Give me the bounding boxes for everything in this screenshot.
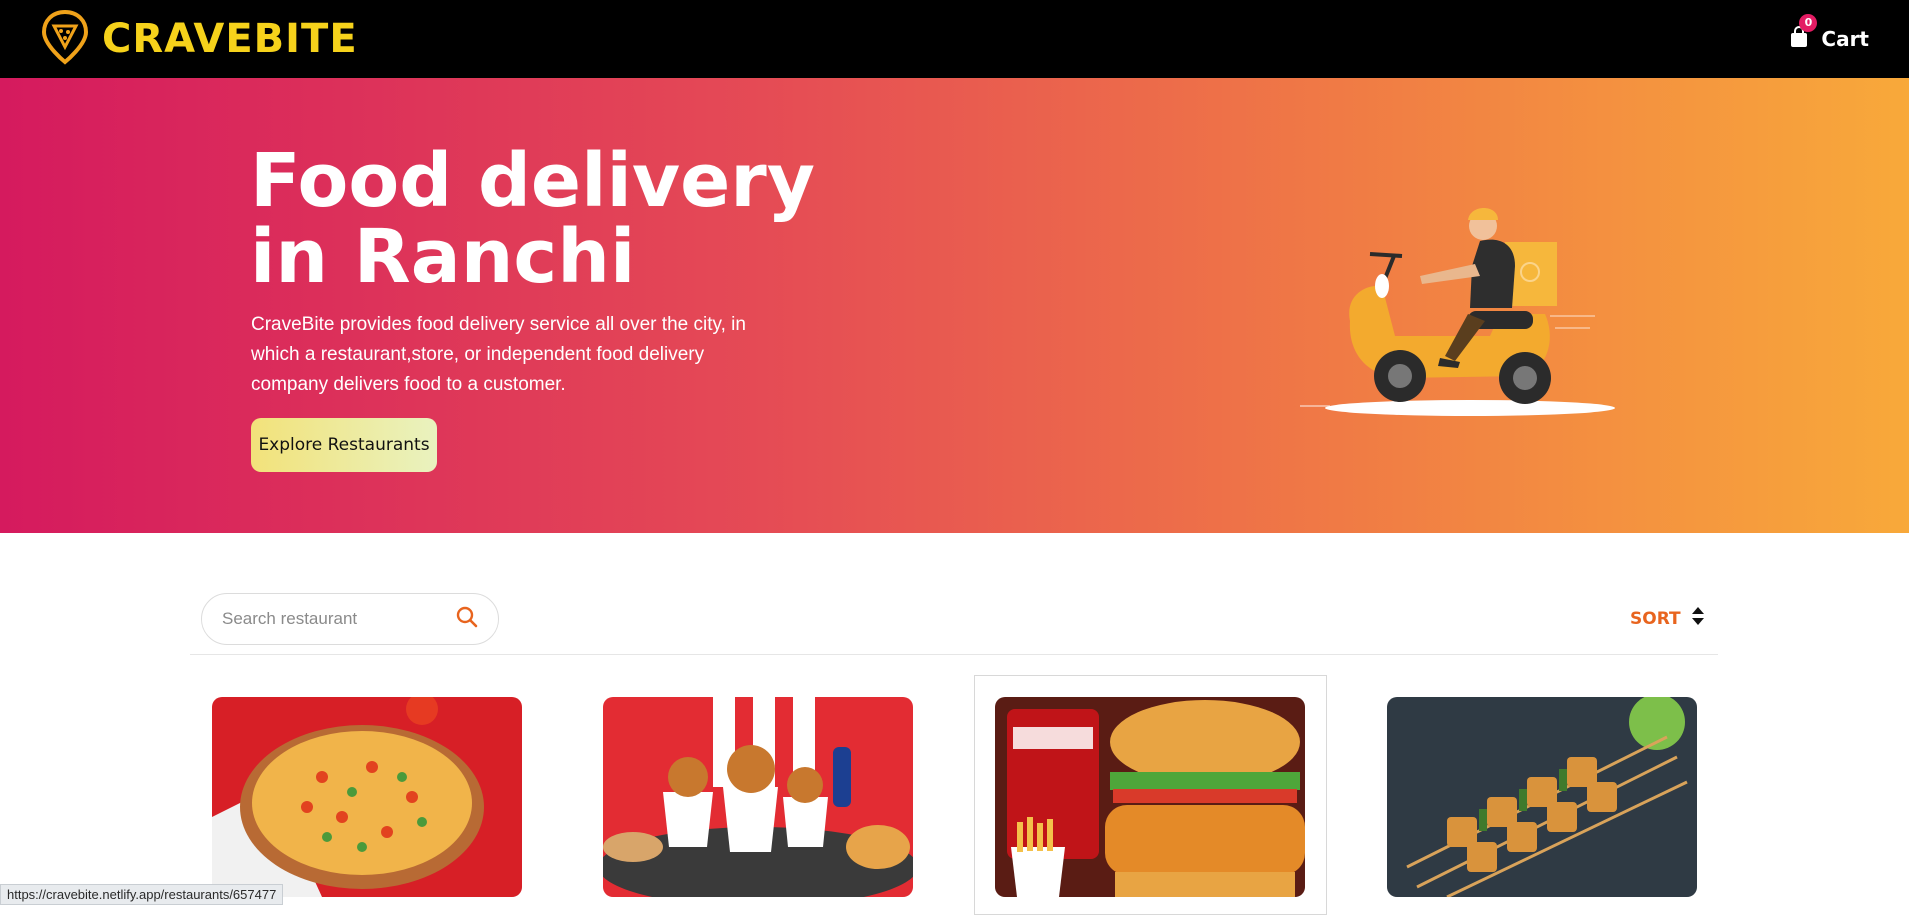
pizza-image [212, 697, 522, 897]
restaurant-card[interactable] [603, 697, 913, 897]
cart-label: Cart [1821, 27, 1869, 51]
section-divider [190, 654, 1718, 655]
browser-status-url: https://cravebite.netlify.app/restaurant… [0, 884, 284, 905]
restaurant-card[interactable] [1387, 697, 1697, 897]
burger-king-image [995, 697, 1305, 897]
cart-count-badge: 0 [1799, 13, 1818, 32]
brand-name: CRAVEBITE [102, 16, 358, 62]
sort-label: SORT [1630, 608, 1681, 629]
restaurant-card[interactable] [995, 697, 1305, 897]
hero-banner: Food delivery in Ranchi CraveBite provid… [0, 78, 1909, 533]
cart-button[interactable]: 0 Cart [1789, 13, 1869, 53]
sort-icon [1691, 606, 1705, 631]
hero-title: Food delivery in Ranchi [250, 143, 850, 295]
search-icon[interactable] [456, 606, 478, 633]
top-navbar: CRAVEBITE 0 Cart [0, 0, 1909, 78]
paneer-tikka-image [1387, 697, 1697, 897]
brand-logo[interactable]: CRAVEBITE [40, 9, 358, 70]
explore-restaurants-button[interactable]: Explore Restaurants [251, 418, 437, 472]
hero-description: CraveBite provides food delivery service… [251, 314, 746, 395]
kfc-bucket-image [603, 697, 913, 897]
restaurant-card[interactable] [212, 697, 522, 897]
search-bar [201, 593, 499, 645]
search-input[interactable] [222, 609, 456, 629]
hero-title-line2: in Ranchi [250, 214, 636, 300]
sort-button[interactable]: SORT [1630, 606, 1705, 631]
hero-title-line1: Food delivery [250, 138, 816, 224]
delivery-scooter-illustration [1300, 208, 1615, 416]
pizza-location-pin-icon [40, 9, 90, 70]
